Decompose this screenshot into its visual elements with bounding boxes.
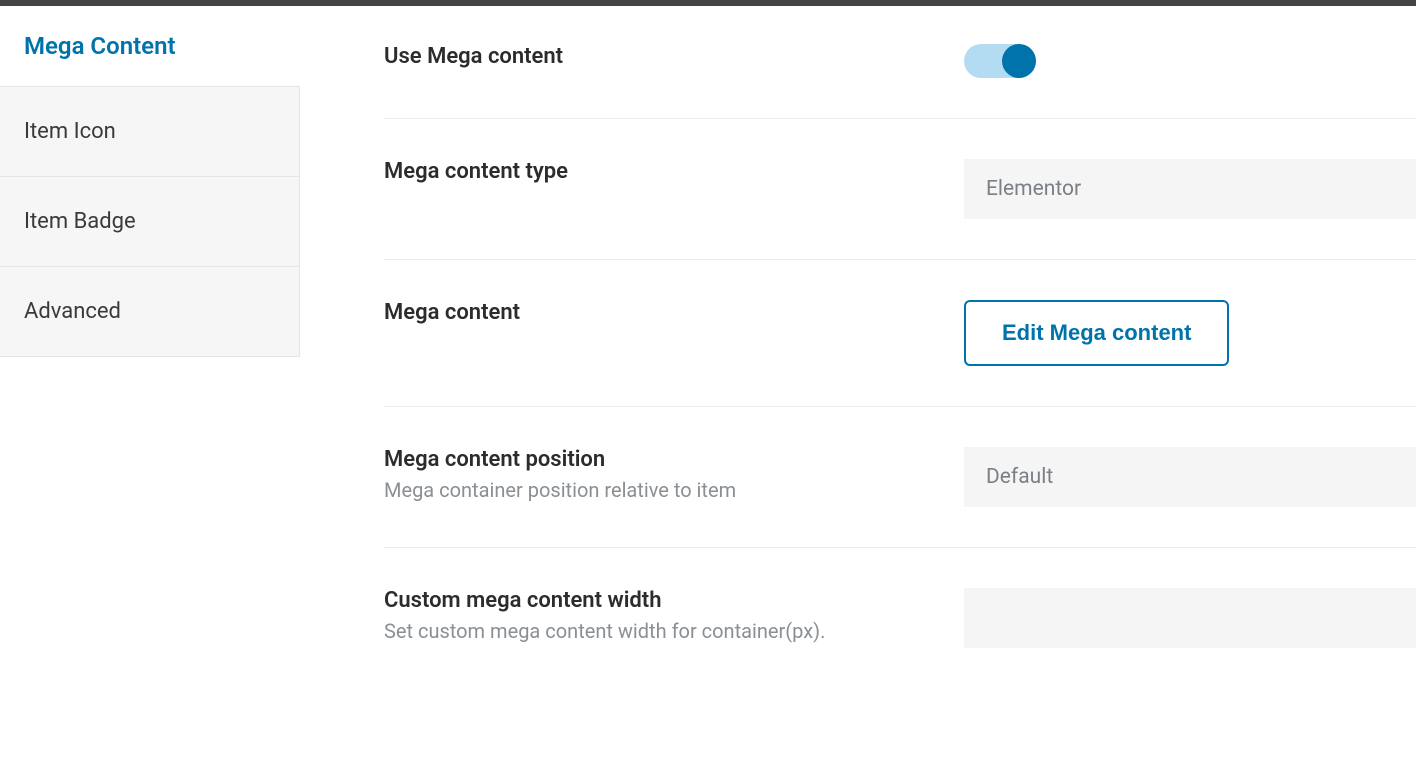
row-label: Mega content xyxy=(384,300,964,325)
row-mega-content-position: Mega content position Mega container pos… xyxy=(384,407,1416,548)
row-label: Mega content type xyxy=(384,159,964,184)
row-label: Mega content position xyxy=(384,447,964,472)
select-value: Default xyxy=(986,465,1053,489)
row-label-column: Mega content type xyxy=(384,159,964,184)
row-control xyxy=(964,588,1416,648)
main-layout: Mega Content Item Icon Item Badge Advanc… xyxy=(0,6,1416,766)
sidebar-tab-label: Mega Content xyxy=(24,32,176,60)
row-mega-content: Mega content Edit Mega content xyxy=(384,260,1416,407)
custom-width-input[interactable] xyxy=(964,588,1416,648)
select-value: Elementor xyxy=(986,177,1081,201)
row-label-column: Mega content xyxy=(384,300,964,325)
sidebar-tab-item-badge[interactable]: Item Badge xyxy=(0,176,300,267)
row-description: Mega container position relative to item xyxy=(384,478,964,502)
row-control: Elementor xyxy=(964,159,1416,219)
settings-sidebar: Mega Content Item Icon Item Badge Advanc… xyxy=(0,6,300,766)
sidebar-tab-label: Item Icon xyxy=(24,119,116,144)
settings-content: Use Mega content Mega content type Eleme… xyxy=(300,6,1416,766)
sidebar-tab-advanced[interactable]: Advanced xyxy=(0,266,300,357)
row-label-column: Use Mega content xyxy=(384,44,964,69)
row-custom-mega-content-width: Custom mega content width Set custom meg… xyxy=(384,548,1416,688)
toggle-knob xyxy=(1002,44,1036,78)
row-label-column: Custom mega content width Set custom meg… xyxy=(384,588,964,643)
row-control xyxy=(964,44,1416,78)
edit-mega-content-button[interactable]: Edit Mega content xyxy=(964,300,1229,366)
row-control: Default xyxy=(964,447,1416,507)
row-control: Edit Mega content xyxy=(964,300,1416,366)
row-label: Use Mega content xyxy=(384,44,964,69)
row-description: Set custom mega content width for contai… xyxy=(384,619,964,643)
mega-content-type-select[interactable]: Elementor xyxy=(964,159,1416,219)
row-label-column: Mega content position Mega container pos… xyxy=(384,447,964,502)
row-use-mega-content: Use Mega content xyxy=(384,16,1416,119)
mega-content-position-select[interactable]: Default xyxy=(964,447,1416,507)
sidebar-tab-item-icon[interactable]: Item Icon xyxy=(0,86,300,177)
use-mega-content-toggle[interactable] xyxy=(964,44,1036,78)
sidebar-tab-label: Item Badge xyxy=(24,209,136,234)
row-mega-content-type: Mega content type Elementor xyxy=(384,119,1416,260)
button-label: Edit Mega content xyxy=(1002,320,1191,345)
sidebar-tab-label: Advanced xyxy=(24,299,121,324)
row-label: Custom mega content width xyxy=(384,588,964,613)
sidebar-tab-mega-content[interactable]: Mega Content xyxy=(0,6,300,86)
